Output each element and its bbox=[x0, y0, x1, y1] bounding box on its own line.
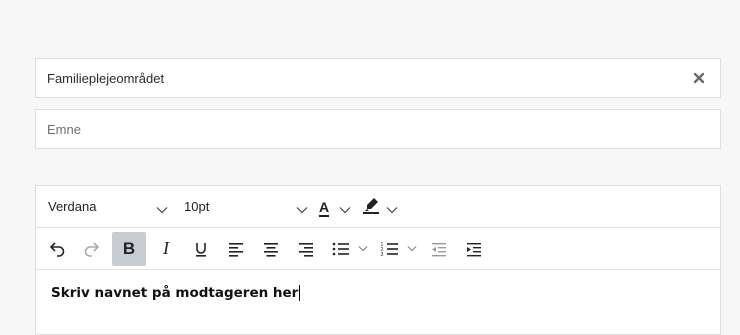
bullet-list-button[interactable] bbox=[326, 232, 356, 266]
indent-icon bbox=[467, 242, 481, 256]
bold-icon: B bbox=[122, 238, 136, 258]
outdent-button[interactable] bbox=[424, 232, 454, 266]
align-left-icon bbox=[229, 242, 243, 257]
numbered-list-icon: 1 2 3 bbox=[381, 242, 398, 257]
align-right-icon bbox=[299, 242, 313, 257]
subject-placeholder: Emne bbox=[47, 121, 81, 137]
font-size-select[interactable]: 10pt bbox=[184, 199, 314, 214]
text-color-button[interactable]: A bbox=[314, 200, 353, 214]
clear-icon[interactable] bbox=[689, 68, 709, 88]
align-center-button[interactable] bbox=[256, 232, 286, 266]
text-caret bbox=[299, 285, 301, 301]
editor-toolbar-bottom: B I 1 2 3 bbox=[36, 228, 720, 270]
svg-text:3: 3 bbox=[381, 252, 384, 257]
undo-button[interactable] bbox=[42, 232, 72, 266]
bullet-list-chevron-down-icon[interactable] bbox=[356, 232, 370, 266]
chevron-down-icon bbox=[156, 202, 170, 213]
align-center-icon bbox=[264, 242, 278, 257]
rich-text-editor: Verdana 10pt A B I 1 2 3 Skriv navnet på… bbox=[35, 185, 721, 335]
bold-button[interactable]: B bbox=[112, 231, 146, 266]
italic-icon: I bbox=[163, 238, 169, 258]
font-family-label: Verdana bbox=[48, 199, 97, 214]
recipient-placeholder-text: Skriv navnet på modtageren her bbox=[51, 285, 299, 301]
chevron-down-icon bbox=[296, 202, 310, 213]
editor-content[interactable]: Skriv navnet på modtageren her bbox=[36, 270, 720, 301]
editor-toolbar-top: Verdana 10pt A bbox=[36, 186, 720, 228]
area-field-value: Familieplejeområdet bbox=[47, 70, 165, 86]
font-size-label: 10pt bbox=[184, 199, 210, 214]
highlighter-icon bbox=[361, 196, 381, 217]
numbered-list-chevron-down-icon[interactable] bbox=[405, 232, 419, 266]
underline-button[interactable] bbox=[186, 232, 216, 266]
highlight-color-button[interactable] bbox=[361, 196, 400, 217]
chevron-down-icon[interactable] bbox=[386, 202, 400, 213]
align-right-button[interactable] bbox=[291, 232, 321, 266]
area-field[interactable]: Familieplejeområdet bbox=[35, 58, 721, 98]
chevron-down-icon[interactable] bbox=[339, 202, 353, 213]
numbered-list-button[interactable]: 1 2 3 bbox=[375, 232, 405, 266]
italic-button[interactable]: I bbox=[151, 232, 181, 266]
text-color-letter: A bbox=[318, 198, 330, 215]
align-left-button[interactable] bbox=[221, 232, 251, 266]
redo-icon bbox=[84, 241, 100, 257]
undo-icon bbox=[49, 241, 65, 257]
text-color-icon: A bbox=[314, 200, 334, 214]
subject-field[interactable]: Emne bbox=[35, 109, 721, 149]
indent-button[interactable] bbox=[459, 232, 489, 266]
underline-icon bbox=[196, 242, 206, 257]
redo-button[interactable] bbox=[77, 232, 107, 266]
font-family-select[interactable]: Verdana bbox=[48, 199, 174, 214]
bullet-list-icon bbox=[332, 242, 349, 255]
outdent-icon bbox=[432, 242, 446, 256]
